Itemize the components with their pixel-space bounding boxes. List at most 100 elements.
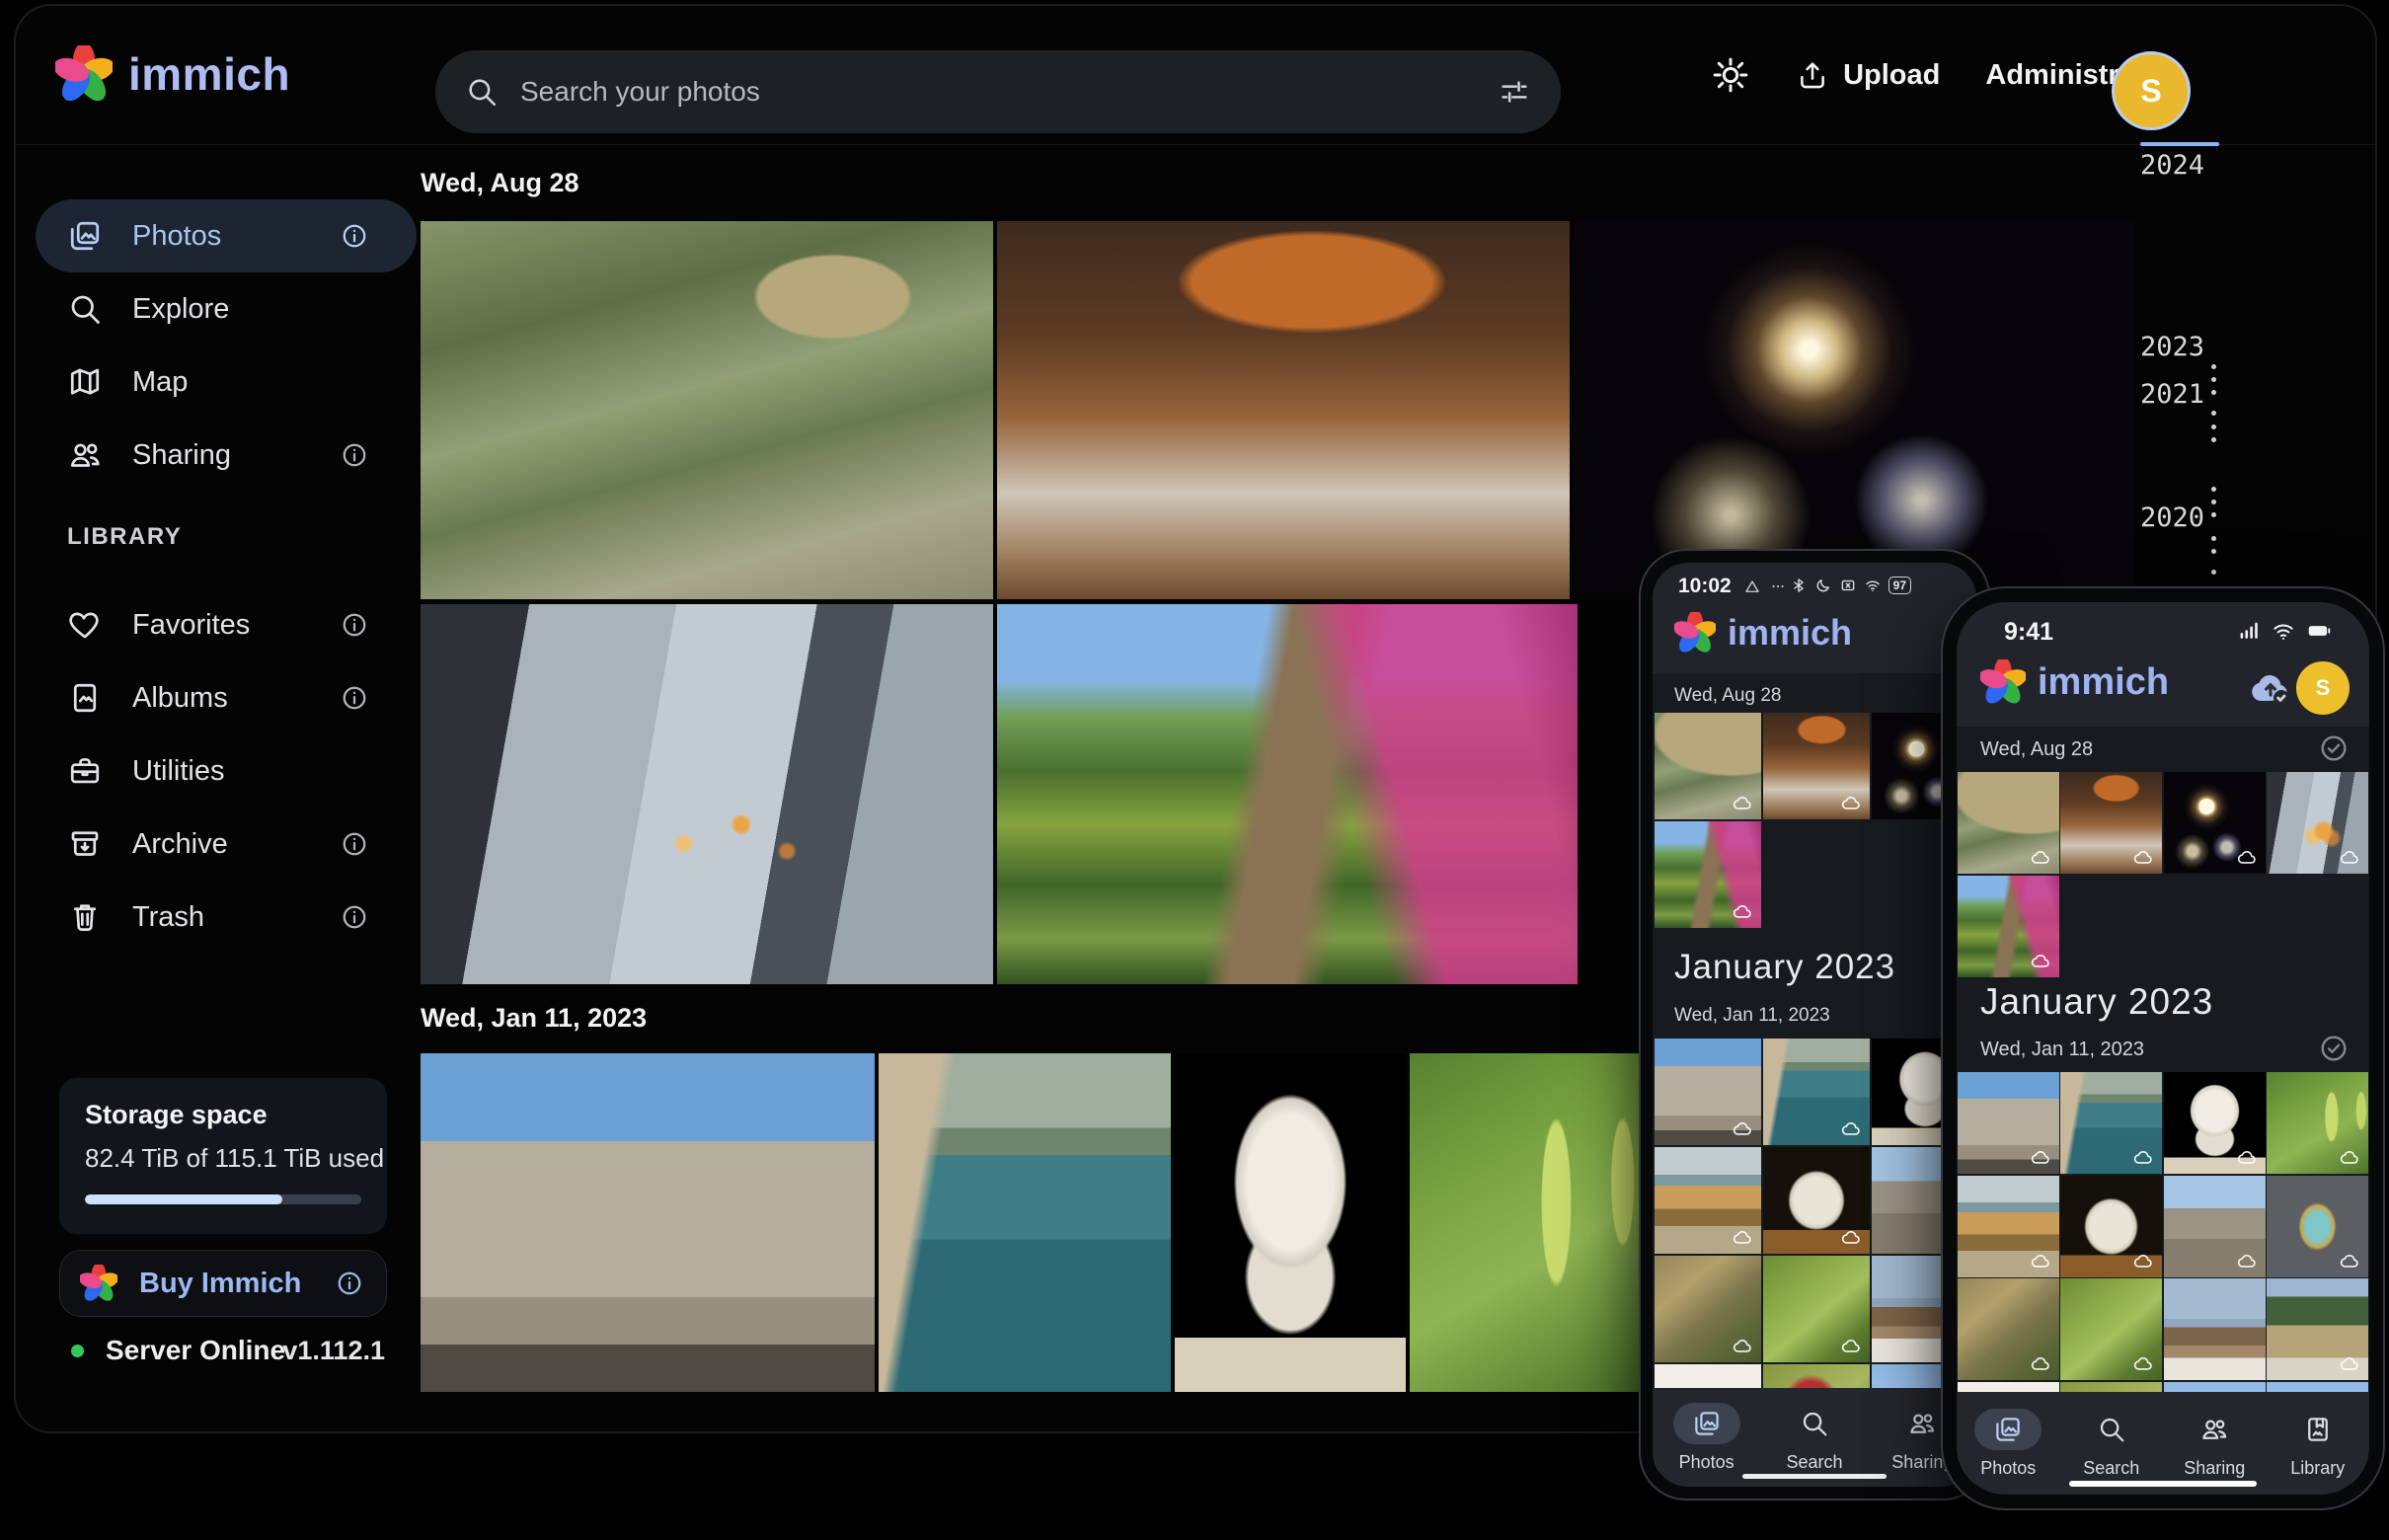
cloud-backup-icon [2132,1146,2154,1168]
photo-holding-hands[interactable] [2267,772,2368,874]
photo-autumn-park-path[interactable] [1655,821,1761,928]
nav-item-photos[interactable]: Photos [1653,1388,1760,1487]
photo-cupcake-tower[interactable] [2267,1176,2368,1277]
scrubber-year-2021[interactable]: 2021 [2140,379,2204,410]
photo-coastal-town[interactable] [2060,1072,2162,1174]
info-icon[interactable] [340,902,369,932]
photo-monkeys-forest[interactable] [1958,772,2059,874]
photo-lizard-on-rock[interactable] [1655,1256,1761,1362]
photo-stone-sculpture[interactable] [1763,1147,1870,1254]
nav-item-sharing[interactable]: Sharing [2163,1392,2267,1495]
photo-holding-hands[interactable] [421,604,993,984]
search-input[interactable] [518,75,1478,109]
photo-fortress-walls[interactable] [1958,1072,2059,1174]
info-icon[interactable] [340,610,369,640]
photo-snowy-village[interactable] [2164,1278,2266,1380]
scrubber-tick [2211,437,2216,442]
info-icon[interactable] [340,440,369,470]
filter-tune-icon[interactable] [1498,75,1531,109]
photo-monkeys-forest[interactable] [1655,713,1761,819]
sidebar-item-albums[interactable]: Albums [36,661,417,734]
sidebar-item-trash[interactable]: Trash [36,881,417,954]
scrubber-tick [2211,570,2216,575]
bluetooth-icon [1790,577,1808,594]
nav-item-search[interactable]: Search [1760,1388,1868,1487]
photo-marble-bust[interactable] [1175,1053,1406,1392]
home-indicator[interactable] [1742,1474,1887,1479]
cloud-backup-icon [1840,1226,1862,1248]
user-avatar[interactable]: S [2296,661,2350,715]
sidebar-item-archive[interactable]: Archive [36,808,417,881]
photo-fireworks[interactable] [1574,221,2134,599]
cloud-backup-icon [1840,792,1862,813]
buy-immich-button[interactable]: Buy Immich [59,1250,387,1317]
upload-button[interactable]: Upload [1796,58,1940,92]
month-header: January 2023 [1980,981,2213,1023]
photo-lizard-on-moss[interactable] [1763,1256,1870,1362]
nav-label: Photos [1980,1458,2036,1479]
sidebar-item-explore[interactable]: Explore [36,272,417,346]
nav-item-library[interactable]: Library [2267,1392,2370,1495]
photo-ruins-wall[interactable] [2164,1176,2266,1277]
sharing-people-icon [2199,1415,2229,1444]
scrubber-year-2020[interactable]: 2020 [2140,502,2204,533]
sidebar-item-sharing[interactable]: Sharing [36,419,417,492]
immich-logo[interactable]: immich [55,45,290,103]
user-avatar[interactable]: S [2112,51,2191,130]
cloud-backup-icon [1732,1335,1753,1356]
theme-toggle-sun-icon[interactable] [1711,55,1750,95]
photo-monkeys-forest[interactable] [421,221,993,599]
scrubber-tick [2211,536,2216,541]
info-icon[interactable] [340,221,369,251]
scrubber-tick [2211,549,2216,554]
photo-sea-grape-berries[interactable] [1410,1053,1639,1392]
sidebar-item-photos[interactable]: Photos [36,199,417,272]
nav-item-search[interactable]: Search [2060,1392,2164,1495]
photo-autumn-park-path[interactable] [997,604,1578,984]
cloud-backup-icon [1732,1226,1753,1248]
cloud-sync-icon[interactable] [2247,663,2294,711]
photo-row [421,1053,1639,1392]
scrubber-year-2024[interactable]: 2024 [2140,150,2204,181]
photo-autumn-park-path[interactable] [1958,876,2059,977]
photo-dinner-table[interactable] [1763,713,1870,819]
photo-dinner-table[interactable] [997,221,1570,599]
select-all-check-icon[interactable] [2318,732,2350,764]
photo-coastal-town[interactable] [1763,1039,1870,1145]
search-bar[interactable] [435,50,1561,133]
photo-dinner-table[interactable] [2060,772,2162,874]
photo-stone-sculpture[interactable] [2060,1176,2162,1277]
cloud-backup-icon [2030,846,2051,868]
photo-coastal-town[interactable] [879,1053,1171,1392]
cloud-backup-icon [1732,792,1753,813]
immich-pinwheel-icon [80,1265,117,1302]
info-icon[interactable] [340,829,369,859]
home-indicator[interactable] [2069,1481,2257,1487]
scrubber-year-2023[interactable]: 2023 [2140,332,2204,362]
photo-beach-cliff[interactable] [1655,1147,1761,1254]
photo-alpine-farm[interactable] [2267,1278,2368,1380]
sidebar-label-archive: Archive [132,828,228,861]
cloud-backup-icon [2132,846,2154,868]
info-icon[interactable] [340,683,369,713]
server-version: v1.112.1 [282,1336,385,1366]
photo-marble-bust[interactable] [2164,1072,2266,1174]
photo-fortress-walls[interactable] [421,1053,875,1392]
android-photo-grid-aug [1655,713,1976,928]
photo-lizard-on-rock[interactable] [1958,1278,2059,1380]
cloud-backup-icon [2339,1352,2360,1374]
photo-lizard-on-moss[interactable] [2060,1278,2162,1380]
info-icon[interactable] [335,1269,364,1298]
photo-fireworks[interactable] [2164,772,2266,874]
date-group-header: Wed, Jan 11, 2023 [1674,1005,1830,1027]
nav-item-photos[interactable]: Photos [1957,1392,2060,1495]
photo-beach-cliff[interactable] [1958,1176,2059,1277]
sidebar-item-utilities[interactable]: Utilities [36,734,417,808]
select-all-check-icon[interactable] [2318,1033,2350,1064]
sidebar-item-favorites[interactable]: Favorites [36,588,417,661]
scrubber-tick [2211,390,2216,395]
storage-space-card: Storage space 82.4 TiB of 115.1 TiB used [59,1078,387,1234]
photo-sea-grape-berries[interactable] [2267,1072,2368,1174]
photo-fortress-walls[interactable] [1655,1039,1761,1145]
sidebar-item-map[interactable]: Map [36,346,417,419]
